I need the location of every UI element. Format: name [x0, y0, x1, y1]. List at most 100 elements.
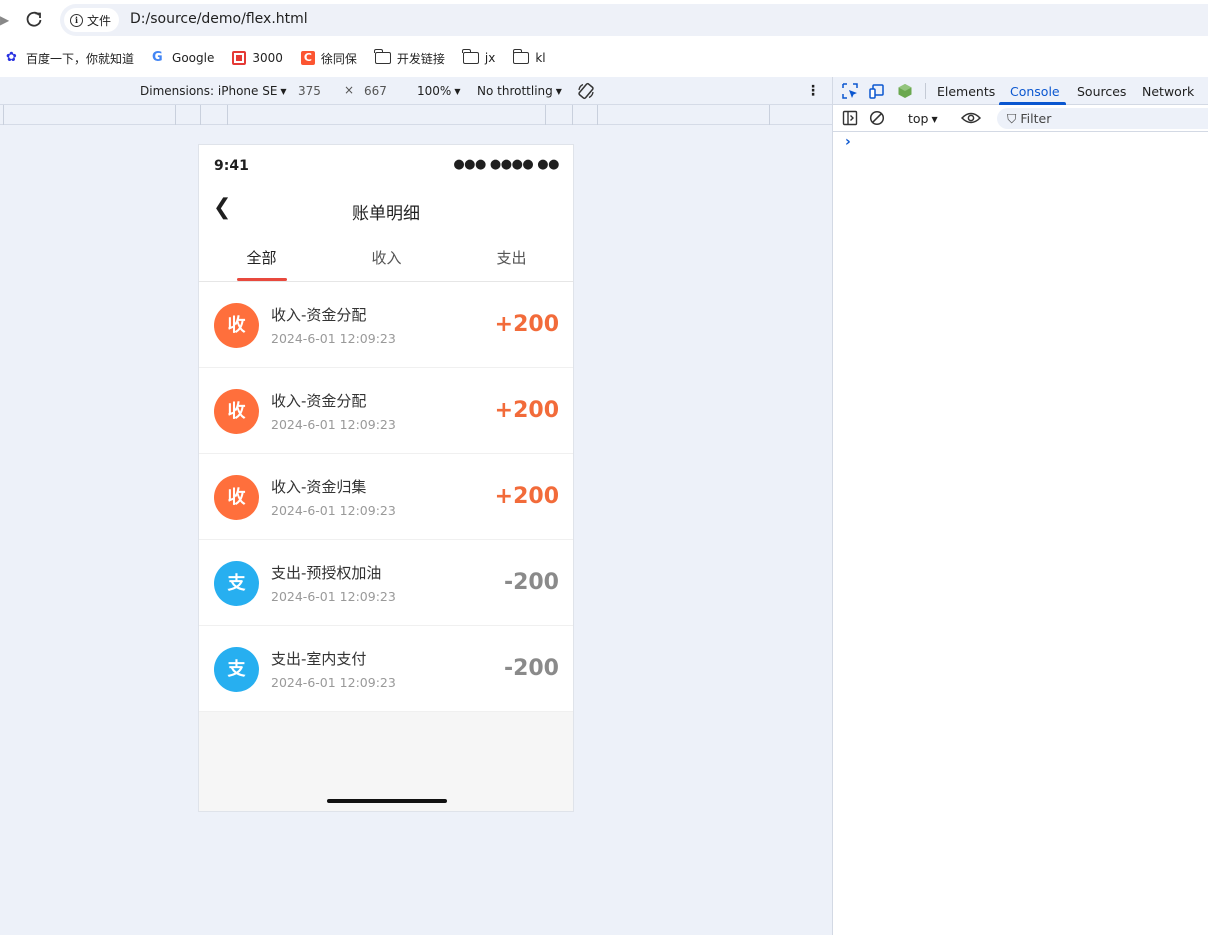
- tab-0[interactable]: 全部: [199, 247, 324, 268]
- media-query-ruler[interactable]: [0, 105, 832, 125]
- devtools-panel: Elements Console Sources Network top ▼ ⛉ Fil…: [832, 77, 1208, 935]
- status-bar: 9:41 ●●● ●●●● ●●: [199, 145, 573, 189]
- record-amount: -200: [503, 570, 559, 595]
- clear-console-icon[interactable]: [869, 110, 885, 126]
- active-tab-indicator: [237, 278, 287, 281]
- throttling-label: No throttling: [477, 84, 553, 98]
- dimensions-label: Dimensions: iPhone SE: [140, 84, 278, 98]
- baidu-icon: ✿: [6, 50, 17, 65]
- bookmark-label: kl: [535, 51, 546, 65]
- bookmark-item[interactable]: G Google: [152, 46, 214, 70]
- folder-icon: [512, 49, 530, 64]
- record-row[interactable]: 支支出-预授权加油 2024-6-01 12:09:23 -200: [199, 540, 573, 626]
- record-title: 收入-资金分配: [271, 392, 367, 410]
- context-select[interactable]: top ▼: [908, 111, 938, 126]
- more-options-icon[interactable]: ⋮: [806, 83, 820, 99]
- bookmark-label: 百度一下，你就知道: [26, 51, 135, 66]
- device-toolbar: Dimensions: iPhone SE ▼ 375 × 667 100% ▼ N…: [0, 77, 832, 105]
- status-time: 9:41: [214, 158, 249, 174]
- record-list: 收收入-资金分配 2024-6-01 12:09:23 +200 收收入-资金分配 20…: [199, 282, 573, 712]
- times-sign: ×: [344, 83, 355, 97]
- folder-icon: [462, 49, 479, 64]
- record-row[interactable]: 收收入-资金分配 2024-6-01 12:09:23 +200: [199, 368, 573, 454]
- record-date: 2024-6-01 12:09:23: [271, 331, 396, 346]
- address-bar[interactable]: i 文件 D:/source/demo/flex.html: [60, 4, 1208, 36]
- bookmark-label: 3000: [252, 51, 283, 65]
- reload-icon[interactable]: [24, 9, 44, 29]
- bookmark-item[interactable]: 3000: [232, 46, 283, 70]
- record-title: 支出-室内支付: [271, 650, 367, 668]
- record-amount: +200: [494, 484, 559, 509]
- record-date: 2024-6-01 12:09:23: [271, 417, 396, 432]
- record-date: 2024-6-01 12:09:23: [271, 503, 396, 518]
- tab-1[interactable]: 收入: [324, 247, 449, 268]
- height-input[interactable]: 667: [364, 84, 387, 98]
- console-filter-input[interactable]: ⛉ Filter: [997, 108, 1208, 129]
- record-title: 支出-预授权加油: [271, 564, 382, 582]
- devtools-tab-console[interactable]: Console: [1010, 84, 1060, 99]
- csdn-icon: C: [300, 51, 315, 65]
- page-title: 账单明细: [352, 204, 420, 224]
- forward-icon[interactable]: ▶: [0, 12, 9, 28]
- ruler-tick: [3, 105, 4, 125]
- zoom-select[interactable]: 100% ▼: [417, 84, 460, 98]
- record-amount: -200: [503, 656, 559, 681]
- sidebar-toggle-icon[interactable]: [842, 110, 858, 126]
- bookmark-item[interactable]: kl: [512, 46, 546, 70]
- devtools-tab-sources[interactable]: Sources: [1077, 84, 1126, 99]
- bookmark-label: 徐同保: [320, 51, 357, 66]
- width-input[interactable]: 375: [298, 84, 321, 98]
- signal-icon: ●●● ●●●● ●●: [453, 157, 559, 172]
- console-toolbar: top ▼ ⛉ Filter: [833, 105, 1208, 132]
- devtools-tab-elements[interactable]: Elements: [937, 84, 995, 99]
- back-icon[interactable]: ❮: [213, 197, 231, 219]
- record-title: 收入-资金归集: [271, 478, 367, 496]
- bookmark-item[interactable]: ✿ 百度一下，你就知道: [6, 46, 134, 70]
- phone-screen: 9:41 ●●● ●●●● ●● 账单明细 ❮ 全部 收入 支出 收收入-资金分配 2…: [198, 144, 574, 812]
- bookmark-item[interactable]: jx: [462, 46, 496, 70]
- bookmark-item[interactable]: 开发链接: [374, 46, 445, 70]
- tab-2[interactable]: 支出: [449, 247, 574, 268]
- income-badge: 收: [214, 303, 259, 348]
- record-row[interactable]: 收收入-资金归集 2024-6-01 12:09:23 +200: [199, 454, 573, 540]
- nav-header: 账单明细 ❮: [199, 189, 573, 229]
- devtools-tabbar: Elements Console Sources Network: [833, 77, 1208, 105]
- vue-devtools-icon[interactable]: [897, 83, 913, 99]
- record-date: 2024-6-01 12:09:23: [271, 675, 396, 690]
- ruler-tick: [227, 105, 228, 125]
- eye-icon[interactable]: [961, 111, 981, 125]
- security-chip-label: 文件: [87, 13, 112, 28]
- url-text[interactable]: D:/source/demo/flex.html: [130, 11, 308, 27]
- bookmark-label: jx: [484, 51, 496, 65]
- bookmarks-bar: ✿ 百度一下，你就知道 G Google 3000 C 徐同保 开发链接 jx kl: [0, 40, 1208, 76]
- record-amount: +200: [494, 312, 559, 337]
- security-chip[interactable]: i 文件: [64, 8, 120, 32]
- context-label: top: [908, 111, 929, 126]
- caret-down-icon: ▼: [454, 87, 461, 96]
- filter-tabs: 全部 收入 支出: [199, 229, 573, 282]
- expense-badge: 支: [214, 647, 259, 692]
- record-row[interactable]: 收收入-资金分配 2024-6-01 12:09:23 +200: [199, 282, 573, 368]
- rotate-icon[interactable]: [577, 82, 595, 100]
- ruler-tick: [597, 105, 598, 125]
- ruler-tick: [572, 105, 573, 125]
- bookmark-label: 开发链接: [396, 51, 445, 66]
- devtools-tab-network[interactable]: Network: [1142, 84, 1194, 99]
- zoom-label: 100%: [417, 84, 452, 98]
- console-prompt[interactable]: ›: [845, 134, 851, 150]
- inspect-element-icon[interactable]: [842, 83, 858, 99]
- dimensions-select[interactable]: Dimensions: iPhone SE ▼: [140, 84, 287, 98]
- bookmark-item[interactable]: C 徐同保: [300, 46, 357, 70]
- filter-icon: ⛉: [1007, 111, 1017, 126]
- device-toggle-icon[interactable]: [869, 83, 885, 99]
- expense-badge: 支: [214, 561, 259, 606]
- page-viewport: Dimensions: iPhone SE ▼ 375 × 667 100% ▼ N…: [0, 77, 832, 935]
- toolbar-separator: [925, 83, 926, 99]
- ruler-tick: [200, 105, 201, 125]
- throttling-select[interactable]: No throttling ▼: [477, 84, 562, 98]
- record-title: 收入-资金分配: [271, 306, 367, 324]
- ruler-tick: [769, 105, 770, 125]
- home-indicator: [327, 799, 447, 803]
- record-row[interactable]: 支支出-室内支付 2024-6-01 12:09:23 -200: [199, 626, 573, 712]
- google-icon: G: [152, 50, 163, 65]
